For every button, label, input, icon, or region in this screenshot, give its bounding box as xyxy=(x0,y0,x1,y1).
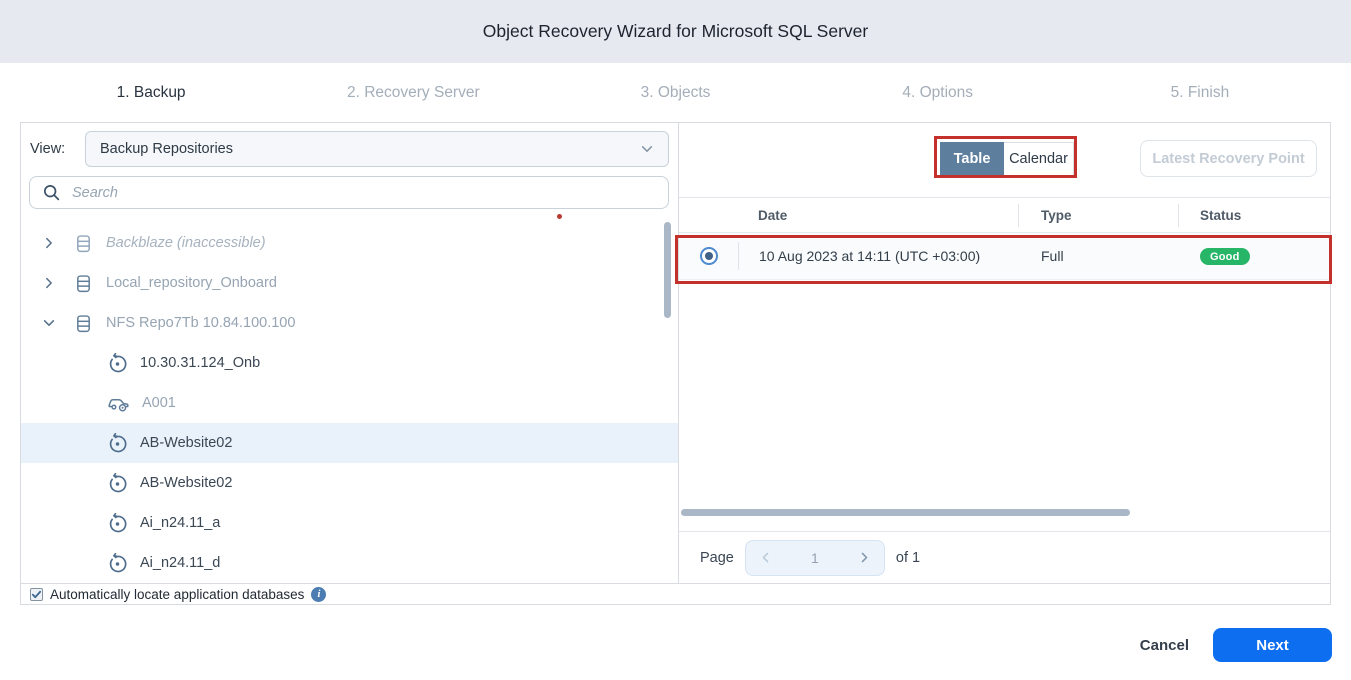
cell-date: 10 Aug 2023 at 14:11 (UTC +03:00) xyxy=(679,242,1018,270)
chevron-down-icon xyxy=(640,142,654,156)
pager-control: 1 xyxy=(745,540,885,576)
machine-gear-icon xyxy=(107,392,130,414)
previous-page-icon[interactable] xyxy=(759,551,772,564)
next-button[interactable]: Next xyxy=(1213,628,1332,662)
step-recovery-server[interactable]: 2. Recovery Server xyxy=(282,63,544,122)
main-content-box: View: Backup Repositories xyxy=(20,122,1331,605)
recovery-points-pane: Table Calendar Latest Recovery Point Dat… xyxy=(679,123,1330,583)
tree-item-label: Backblaze (inaccessible) xyxy=(106,235,266,251)
view-row: View: Backup Repositories xyxy=(29,131,669,167)
backup-recovery-point-icon xyxy=(107,553,128,574)
tree-item-label: Ai_n24.11_a xyxy=(140,515,220,531)
step-backup[interactable]: 1. Backup xyxy=(20,63,282,122)
latest-recovery-point-button[interactable]: Latest Recovery Point xyxy=(1140,140,1317,177)
column-header-status: Status xyxy=(1178,198,1330,232)
pagination-bar: Page 1 of 1 xyxy=(679,531,1330,583)
chevron-right-icon[interactable] xyxy=(42,276,58,290)
recovery-point-date: 10 Aug 2023 at 14:11 (UTC +03:00) xyxy=(759,248,980,264)
step-objects[interactable]: 3. Objects xyxy=(544,63,806,122)
backup-recovery-point-icon xyxy=(107,353,128,374)
info-icon[interactable]: i xyxy=(311,587,326,602)
repository-icon xyxy=(73,273,94,294)
titlebar: Object Recovery Wizard for Microsoft SQL… xyxy=(0,0,1351,63)
tree-item-label: AB-Website02 xyxy=(140,435,232,451)
backup-recovery-point-icon xyxy=(107,513,128,534)
search-input[interactable] xyxy=(72,185,668,201)
auto-locate-checkbox[interactable] xyxy=(30,588,43,601)
tree-item-nfs-repo[interactable]: NFS Repo7Tb 10.84.100.100 xyxy=(21,303,678,343)
tree-item-backup[interactable]: AB-Website02 xyxy=(21,463,678,503)
column-header-date: Date xyxy=(679,208,1018,223)
search-icon xyxy=(42,183,61,202)
tree-item-label: AB-Website02 xyxy=(140,475,232,491)
tree-item-label: A001 xyxy=(142,395,176,411)
current-page-number: 1 xyxy=(811,550,819,566)
total-pages-label: of 1 xyxy=(896,550,920,566)
page-label: Page xyxy=(700,550,734,566)
tree-item-backblaze[interactable]: Backblaze (inaccessible) xyxy=(21,223,678,263)
tree-vertical-scrollbar[interactable] xyxy=(664,222,671,318)
auto-locate-label: Automatically locate application databas… xyxy=(50,587,304,602)
next-page-icon[interactable] xyxy=(858,551,871,564)
recovery-points-toolbar: Table Calendar Latest Recovery Point xyxy=(679,123,1330,198)
recovery-point-type: Full xyxy=(1018,248,1178,264)
tree-item-backup[interactable]: 10.30.31.124_Onb xyxy=(21,343,678,383)
wizard-window: Object Recovery Wizard for Microsoft SQL… xyxy=(0,0,1351,680)
tree-item-label: Ai_n24.11_d xyxy=(140,555,220,571)
tree-item-label: 10.30.31.124_Onb xyxy=(140,355,260,371)
footer-actions: Cancel Next xyxy=(1140,628,1332,662)
tree-item-machine[interactable]: A001 xyxy=(21,383,678,423)
tree-item-local-repository[interactable]: Local_repository_Onboard xyxy=(21,263,678,303)
view-mode-toggle: Table Calendar xyxy=(940,142,1074,176)
recovery-points-table-header: Date Type Status xyxy=(679,198,1330,233)
tree-item-backup[interactable]: Ai_n24.11_d xyxy=(21,543,678,583)
table-view-button[interactable]: Table xyxy=(940,142,1004,176)
view-dropdown[interactable]: Backup Repositories xyxy=(85,131,669,167)
recovery-point-row[interactable]: 10 Aug 2023 at 14:11 (UTC +03:00) Full G… xyxy=(679,233,1330,280)
cancel-button[interactable]: Cancel xyxy=(1140,637,1189,654)
tree-item-label: Local_repository_Onboard xyxy=(106,275,277,291)
table-horizontal-scrollbar[interactable] xyxy=(681,509,1130,516)
options-strip: Automatically locate application databas… xyxy=(21,583,1330,604)
backup-recovery-point-icon xyxy=(107,473,128,494)
cursor-annotation-dot xyxy=(557,214,562,219)
step-finish[interactable]: 5. Finish xyxy=(1069,63,1331,122)
recovery-point-radio[interactable] xyxy=(700,247,718,265)
column-header-type: Type xyxy=(1018,198,1178,232)
status-badge: Good xyxy=(1200,248,1250,265)
repository-tree: Backblaze (inaccessible) Local_repositor… xyxy=(21,223,678,583)
tree-item-backup[interactable]: Ai_n24.11_a xyxy=(21,503,678,543)
repository-icon xyxy=(73,233,94,254)
search-box xyxy=(29,176,669,209)
wizard-steps: 1. Backup 2. Recovery Server 3. Objects … xyxy=(20,63,1331,122)
chevron-down-icon[interactable] xyxy=(42,316,58,330)
step-options[interactable]: 4. Options xyxy=(807,63,1069,122)
view-dropdown-value: Backup Repositories xyxy=(100,141,233,157)
row-divider xyxy=(738,242,739,270)
tree-item-label: NFS Repo7Tb 10.84.100.100 xyxy=(106,315,295,331)
chevron-right-icon[interactable] xyxy=(42,236,58,250)
calendar-view-button[interactable]: Calendar xyxy=(1004,142,1074,176)
page-title: Object Recovery Wizard for Microsoft SQL… xyxy=(483,21,868,42)
backup-browser-pane: View: Backup Repositories xyxy=(21,123,679,583)
backup-recovery-point-icon xyxy=(107,433,128,454)
view-label: View: xyxy=(29,141,85,157)
cell-status: Good xyxy=(1178,247,1330,265)
tree-item-backup-selected[interactable]: AB-Website02 xyxy=(21,423,678,463)
repository-icon xyxy=(73,313,94,334)
